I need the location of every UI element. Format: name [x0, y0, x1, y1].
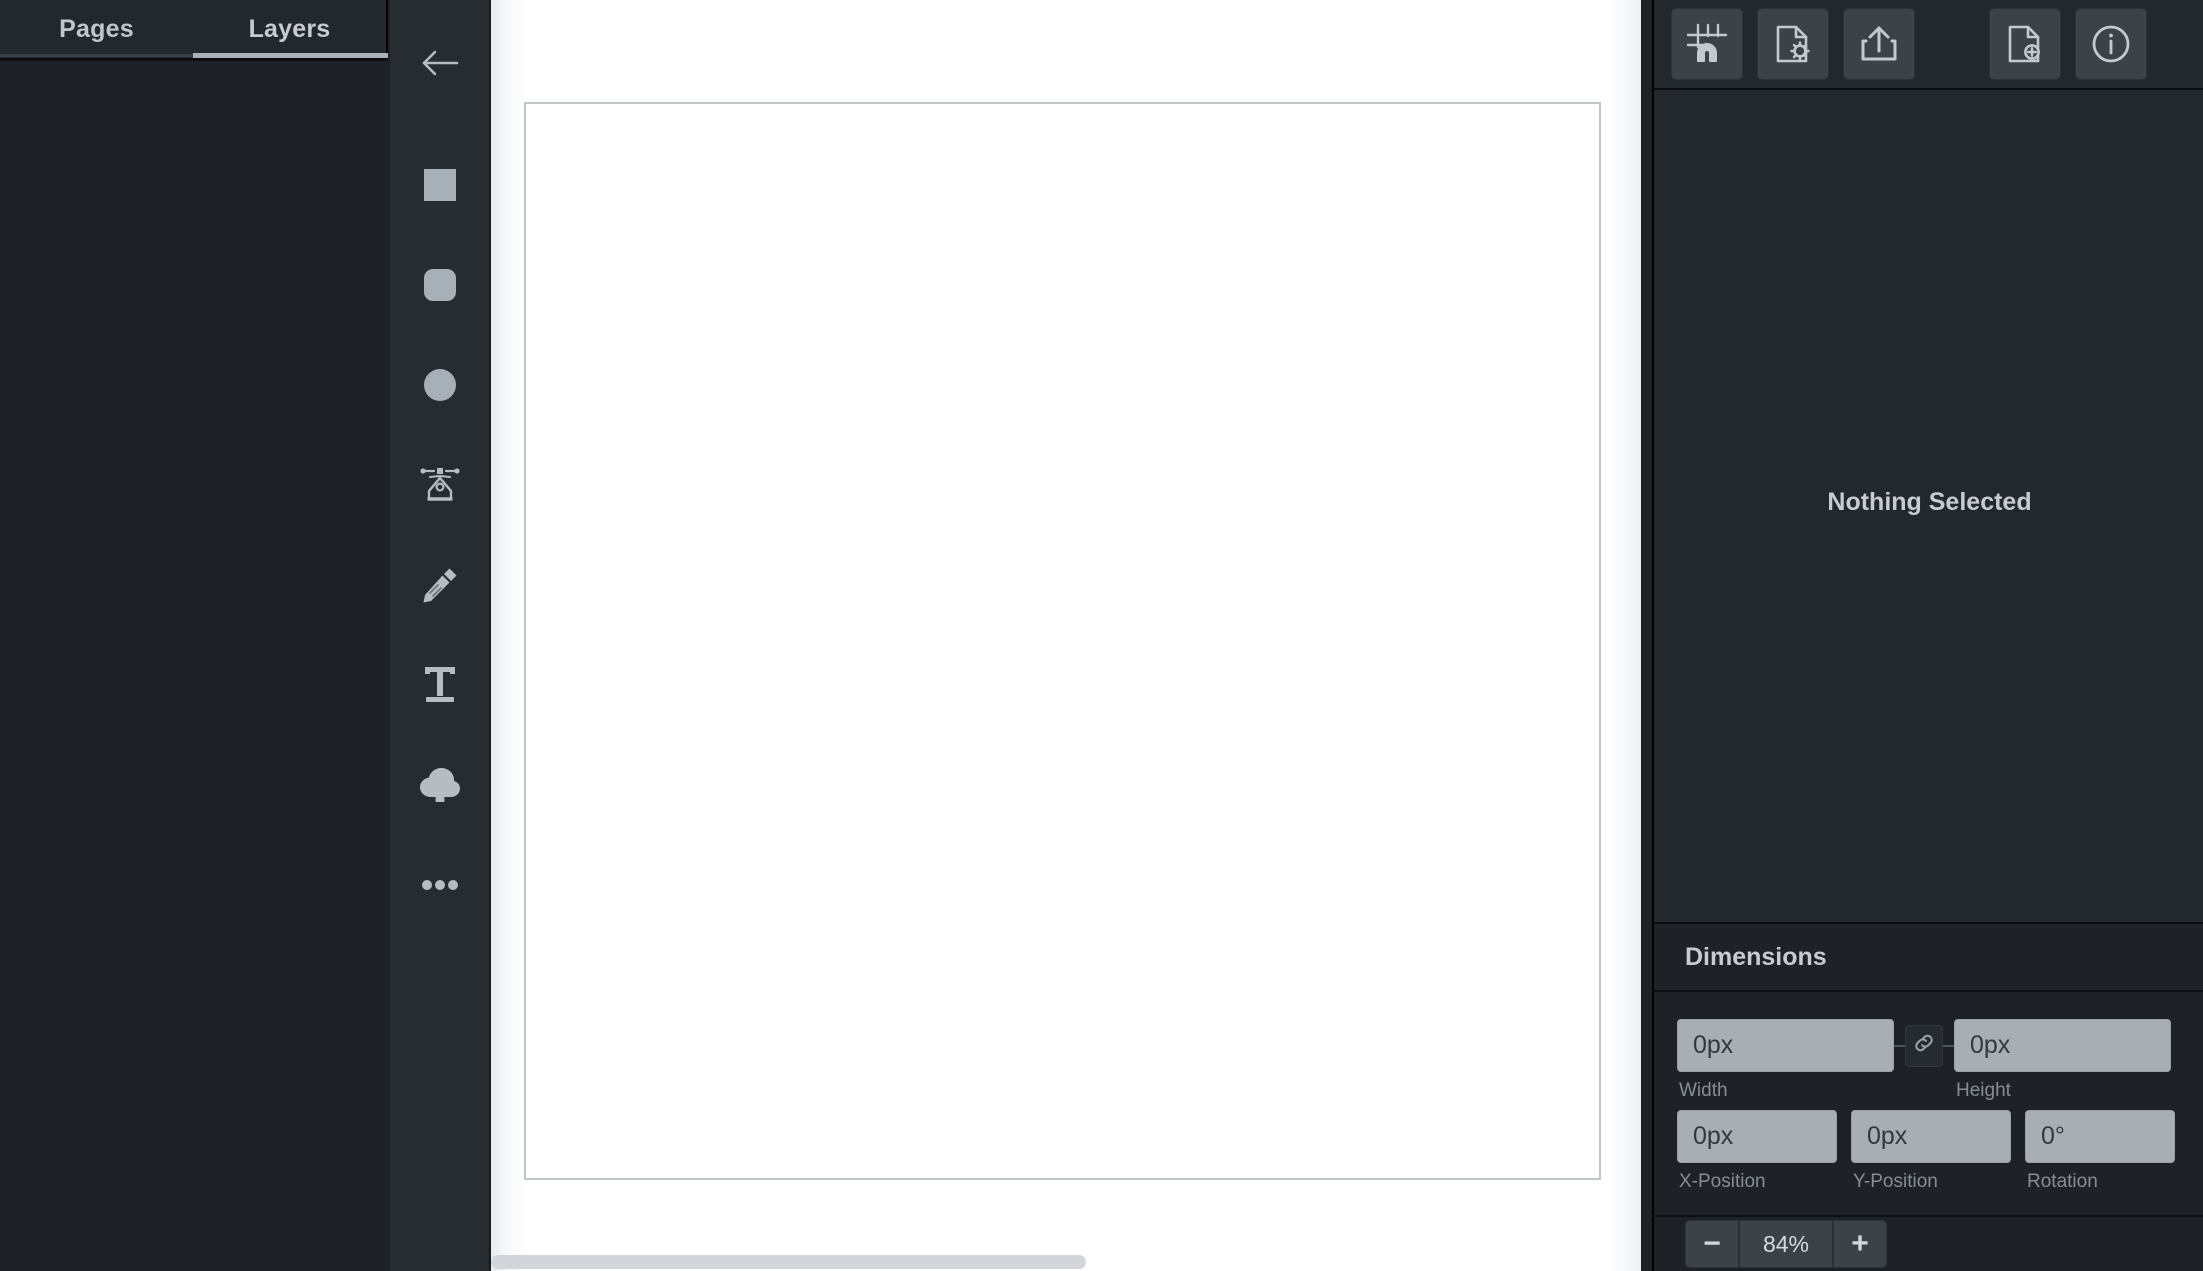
- size-field-row: 0px Width 0px Height: [1677, 1019, 2187, 1102]
- x-position-input[interactable]: 0px: [1677, 1110, 1837, 1163]
- rotation-field: 0° Rotation: [2025, 1110, 2175, 1193]
- link-dash-left: [1894, 1044, 1905, 1047]
- text-tool-button[interactable]: [405, 650, 475, 720]
- rounded-square-icon: [423, 269, 456, 301]
- zoom-out-button[interactable]: −: [1686, 1221, 1738, 1267]
- link-dimensions-wrap: [1894, 1019, 1954, 1072]
- file-gear-icon: [1772, 23, 1814, 65]
- export-upload-icon: [1858, 23, 1900, 65]
- tab-pages[interactable]: Pages: [0, 0, 193, 58]
- width-label: Width: [1679, 1080, 1728, 1101]
- dimensions-title: Dimensions: [1685, 942, 1827, 971]
- new-document-button[interactable]: [1989, 8, 2061, 80]
- canvas-right-shadow: [1607, 0, 1641, 1271]
- selection-properties-panel: Nothing Selected: [1654, 90, 2203, 922]
- arrow-left-icon: [420, 47, 460, 79]
- y-position-input[interactable]: 0px: [1851, 1110, 2011, 1163]
- height-input[interactable]: 0px: [1954, 1019, 2171, 1072]
- height-label: Height: [1956, 1080, 2011, 1101]
- toolbar-gap: [1929, 44, 1975, 45]
- x-position-field: 0px X-Position: [1677, 1110, 1837, 1193]
- pencil-tool-button[interactable]: [405, 550, 475, 620]
- pen-tool-button[interactable]: [405, 450, 475, 520]
- left-sidebar: Pages Layers: [0, 0, 388, 1271]
- canvas-left-shadow: [491, 0, 525, 1271]
- tab-underline-inactive: [0, 54, 193, 57]
- pen-icon: [419, 465, 461, 505]
- link-dimensions-button[interactable]: [1905, 1024, 1943, 1067]
- text-icon: [422, 666, 458, 704]
- height-field: 0px Height: [1954, 1019, 2171, 1102]
- rectangle-tool-button[interactable]: [405, 150, 475, 220]
- zoom-bar: − 84% +: [1654, 1217, 2203, 1271]
- square-icon: [423, 169, 456, 201]
- sidebar-tab-bar: Pages Layers: [0, 0, 386, 58]
- zoom-level-value[interactable]: 84%: [1738, 1221, 1834, 1267]
- canvas-horizontal-scrollbar-thumb[interactable]: [491, 1255, 1086, 1269]
- canvas-area[interactable]: [491, 0, 1641, 1271]
- rotation-input[interactable]: 0°: [2025, 1110, 2175, 1163]
- upload-tool-button[interactable]: [405, 750, 475, 820]
- dimensions-section: Dimensions 0px Width 0px Height 0px X-Po…: [1654, 924, 2203, 1215]
- tab-layers[interactable]: Layers: [193, 0, 386, 58]
- file-plus-icon: [2004, 23, 2046, 65]
- zoom-in-button[interactable]: +: [1834, 1221, 1886, 1267]
- link-icon: [1913, 1032, 1935, 1059]
- artboard[interactable]: [524, 102, 1601, 1180]
- canvas-horizontal-scrollbar[interactable]: [491, 1253, 1641, 1271]
- width-input[interactable]: 0px: [1677, 1019, 1894, 1072]
- zoom-control-group: − 84% +: [1685, 1220, 1887, 1268]
- right-panel-toolbar: [1654, 0, 2203, 88]
- snap-to-grid-button[interactable]: [1671, 8, 1743, 80]
- link-dash-right: [1943, 1044, 1954, 1047]
- circle-icon: [423, 369, 456, 401]
- width-field: 0px Width: [1677, 1019, 1894, 1102]
- tab-pages-label: Pages: [59, 14, 134, 43]
- cloud-upload-icon: [419, 768, 460, 802]
- info-button[interactable]: [2075, 8, 2147, 80]
- info-icon: [2090, 23, 2132, 65]
- grid-magnet-icon: [1686, 23, 1728, 65]
- document-settings-button[interactable]: [1757, 8, 1829, 80]
- layer-list-empty[interactable]: [0, 61, 388, 1271]
- rounded-rectangle-tool-button[interactable]: [405, 250, 475, 320]
- tool-rail: [390, 0, 490, 1271]
- back-button[interactable]: [405, 28, 475, 98]
- more-icon: [421, 880, 458, 890]
- x-position-label: X-Position: [1679, 1171, 1766, 1192]
- rotation-label: Rotation: [2027, 1171, 2098, 1192]
- y-position-label: Y-Position: [1853, 1171, 1938, 1192]
- tab-layers-label: Layers: [248, 14, 331, 43]
- ellipse-tool-button[interactable]: [405, 350, 475, 420]
- export-button[interactable]: [1843, 8, 1915, 80]
- pencil-icon: [421, 566, 459, 604]
- position-field-row: 0px X-Position 0px Y-Position 0° Rotatio…: [1677, 1110, 2187, 1193]
- y-position-field: 0px Y-Position: [1851, 1110, 2011, 1193]
- dimensions-header: Dimensions: [1654, 924, 2203, 990]
- nothing-selected-message: Nothing Selected: [1827, 487, 2032, 516]
- more-tools-button[interactable]: [405, 850, 475, 920]
- app-root: Pages Layers Nothing Selected Dimensions…: [0, 0, 2203, 1271]
- right-panel: Nothing Selected Dimensions 0px Width 0p…: [1652, 0, 2203, 1271]
- dimensions-header-divider: [1654, 990, 2203, 992]
